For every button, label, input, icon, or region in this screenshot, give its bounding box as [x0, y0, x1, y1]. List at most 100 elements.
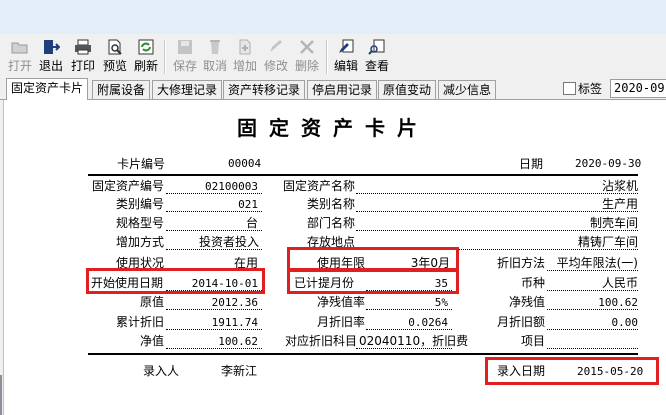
tab-stop-start-records[interactable]: 停启用记录 [307, 80, 378, 99]
salvage-value: 100.62 [598, 296, 638, 309]
highlight-start-date [86, 268, 265, 294]
exit-button[interactable]: 退出 [36, 37, 66, 75]
preview-button[interactable]: 预览 [100, 37, 130, 75]
project-label: 项目 [520, 334, 545, 348]
field-underline [166, 329, 262, 330]
category-code-label: 类别编号 [115, 197, 164, 211]
spec-value: 台 [245, 216, 258, 230]
add-icon [239, 39, 251, 55]
salvage-rate-value: 5% [434, 296, 448, 309]
toolbar-separator [326, 40, 328, 74]
card-bottom-rule [88, 353, 638, 355]
highlight-months [287, 268, 459, 294]
date-label: 日期 [519, 157, 544, 171]
dept-value: 制壳车间 [589, 216, 638, 230]
dep-method-label: 折旧方法 [496, 256, 545, 270]
refresh-button[interactable]: 刷新 [131, 37, 161, 75]
add-button[interactable]: 增加 [230, 37, 260, 75]
date-value: 2020-09-30 [575, 157, 642, 170]
recorder-label: 录入人 [143, 364, 180, 378]
field-underline [366, 309, 452, 310]
save-button[interactable]: 保存 [170, 37, 200, 75]
dept-label: 部门名称 [306, 216, 355, 230]
header-date-field[interactable]: 2020-09- [610, 79, 666, 98]
printer-icon [75, 39, 91, 55]
tab-value-change[interactable]: 原值变动 [378, 80, 437, 99]
monthly-rate-value: 0.0264 [408, 316, 448, 329]
field-underline [166, 193, 262, 194]
tab-overhaul-records[interactable]: 大修理记录 [152, 80, 223, 99]
monthly-dep-label: 月折旧额 [496, 315, 545, 329]
original-value: 2012.36 [211, 296, 258, 309]
asset-name-value: 沾浆机 [601, 179, 638, 193]
open-folder-icon [11, 42, 28, 54]
tab-transfer-records[interactable]: 资产转移记录 [223, 80, 306, 99]
acc-dep-value: 1911.74 [211, 316, 258, 329]
field-underline [547, 290, 638, 291]
edit-doc-icon [339, 39, 354, 53]
edit-pencil-icon [270, 40, 282, 52]
print-button[interactable]: 打印 [68, 37, 98, 75]
spec-label: 规格型号 [115, 216, 164, 230]
refresh-icon [138, 39, 154, 55]
salvage-rate-label: 净残值率 [316, 295, 365, 309]
asset-code-value: 02100003 [205, 180, 258, 193]
highlight-entry-date [485, 357, 659, 385]
acc-dep-label: 累计折旧 [115, 315, 164, 329]
field-underline [356, 348, 452, 349]
original-label: 原值 [139, 295, 164, 309]
field-underline [166, 211, 262, 212]
add-method-label: 增加方式 [115, 235, 164, 249]
category-code-value: 021 [238, 198, 258, 211]
field-underline [547, 270, 638, 271]
add-method-value: 投资者投入 [198, 235, 259, 249]
view-button[interactable]: 查看 [362, 37, 392, 75]
left-scroll-edge [0, 375, 2, 415]
exit-door-icon [44, 40, 60, 54]
save-disk-icon [178, 40, 192, 54]
edit-button[interactable]: 编辑 [331, 37, 361, 75]
dep-account-label: 对应折旧科目 [284, 334, 357, 348]
card-no-value: 00004 [228, 157, 262, 170]
toolbar: 打开 退出 打印 预览 刷新 保存 取消 增加 修改 删除 编辑 查看 [0, 34, 666, 78]
view-doc-icon [368, 39, 385, 55]
field-underline [166, 230, 262, 231]
currency-value: 人民币 [601, 276, 638, 290]
net-label: 净值 [139, 334, 164, 348]
recorder-value: 李新江 [221, 364, 258, 378]
tab-reduction-info[interactable]: 减少信息 [438, 80, 497, 99]
dep-account-value: 02040110，折旧费 [359, 334, 469, 348]
category-name-label: 类别名称 [306, 197, 355, 211]
tab-attached-equipment[interactable]: 附属设备 [92, 80, 151, 99]
asset-code-label: 固定资产编号 [91, 179, 164, 193]
modify-button[interactable]: 修改 [261, 37, 291, 75]
delete-button[interactable]: 删除 [292, 37, 322, 75]
card-no-label: 卡片编号 [117, 157, 166, 171]
field-underline [166, 309, 262, 310]
window-title-area [0, 0, 666, 34]
asset-name-label: 固定资产名称 [282, 179, 355, 193]
net-value: 100.62 [218, 335, 258, 348]
field-underline [547, 329, 638, 330]
delete-x-icon [300, 40, 314, 54]
field-underline [547, 348, 638, 349]
cancel-button[interactable]: 取消 [200, 37, 230, 75]
salvage-label: 净残值 [508, 295, 545, 309]
field-underline [166, 348, 262, 349]
field-underline [356, 211, 638, 212]
tag-checkbox-label: 标签 [578, 82, 603, 96]
cancel-icon [210, 40, 220, 54]
open-button[interactable]: 打开 [5, 37, 35, 75]
field-underline [166, 249, 262, 250]
print-preview-icon [108, 39, 122, 55]
field-underline [356, 230, 638, 231]
toolbar-separator [164, 40, 166, 74]
dep-method-value: 平均年限法(一) [556, 256, 638, 270]
tag-checkbox[interactable] [563, 82, 576, 95]
card-title: 固定资产卡片 [237, 116, 429, 140]
tab-asset-card[interactable]: 固定资产卡片 [6, 78, 89, 100]
card-top-rule [88, 174, 638, 176]
currency-label: 币种 [520, 276, 545, 290]
field-underline [356, 193, 638, 194]
category-name-value: 生产用 [601, 197, 638, 211]
